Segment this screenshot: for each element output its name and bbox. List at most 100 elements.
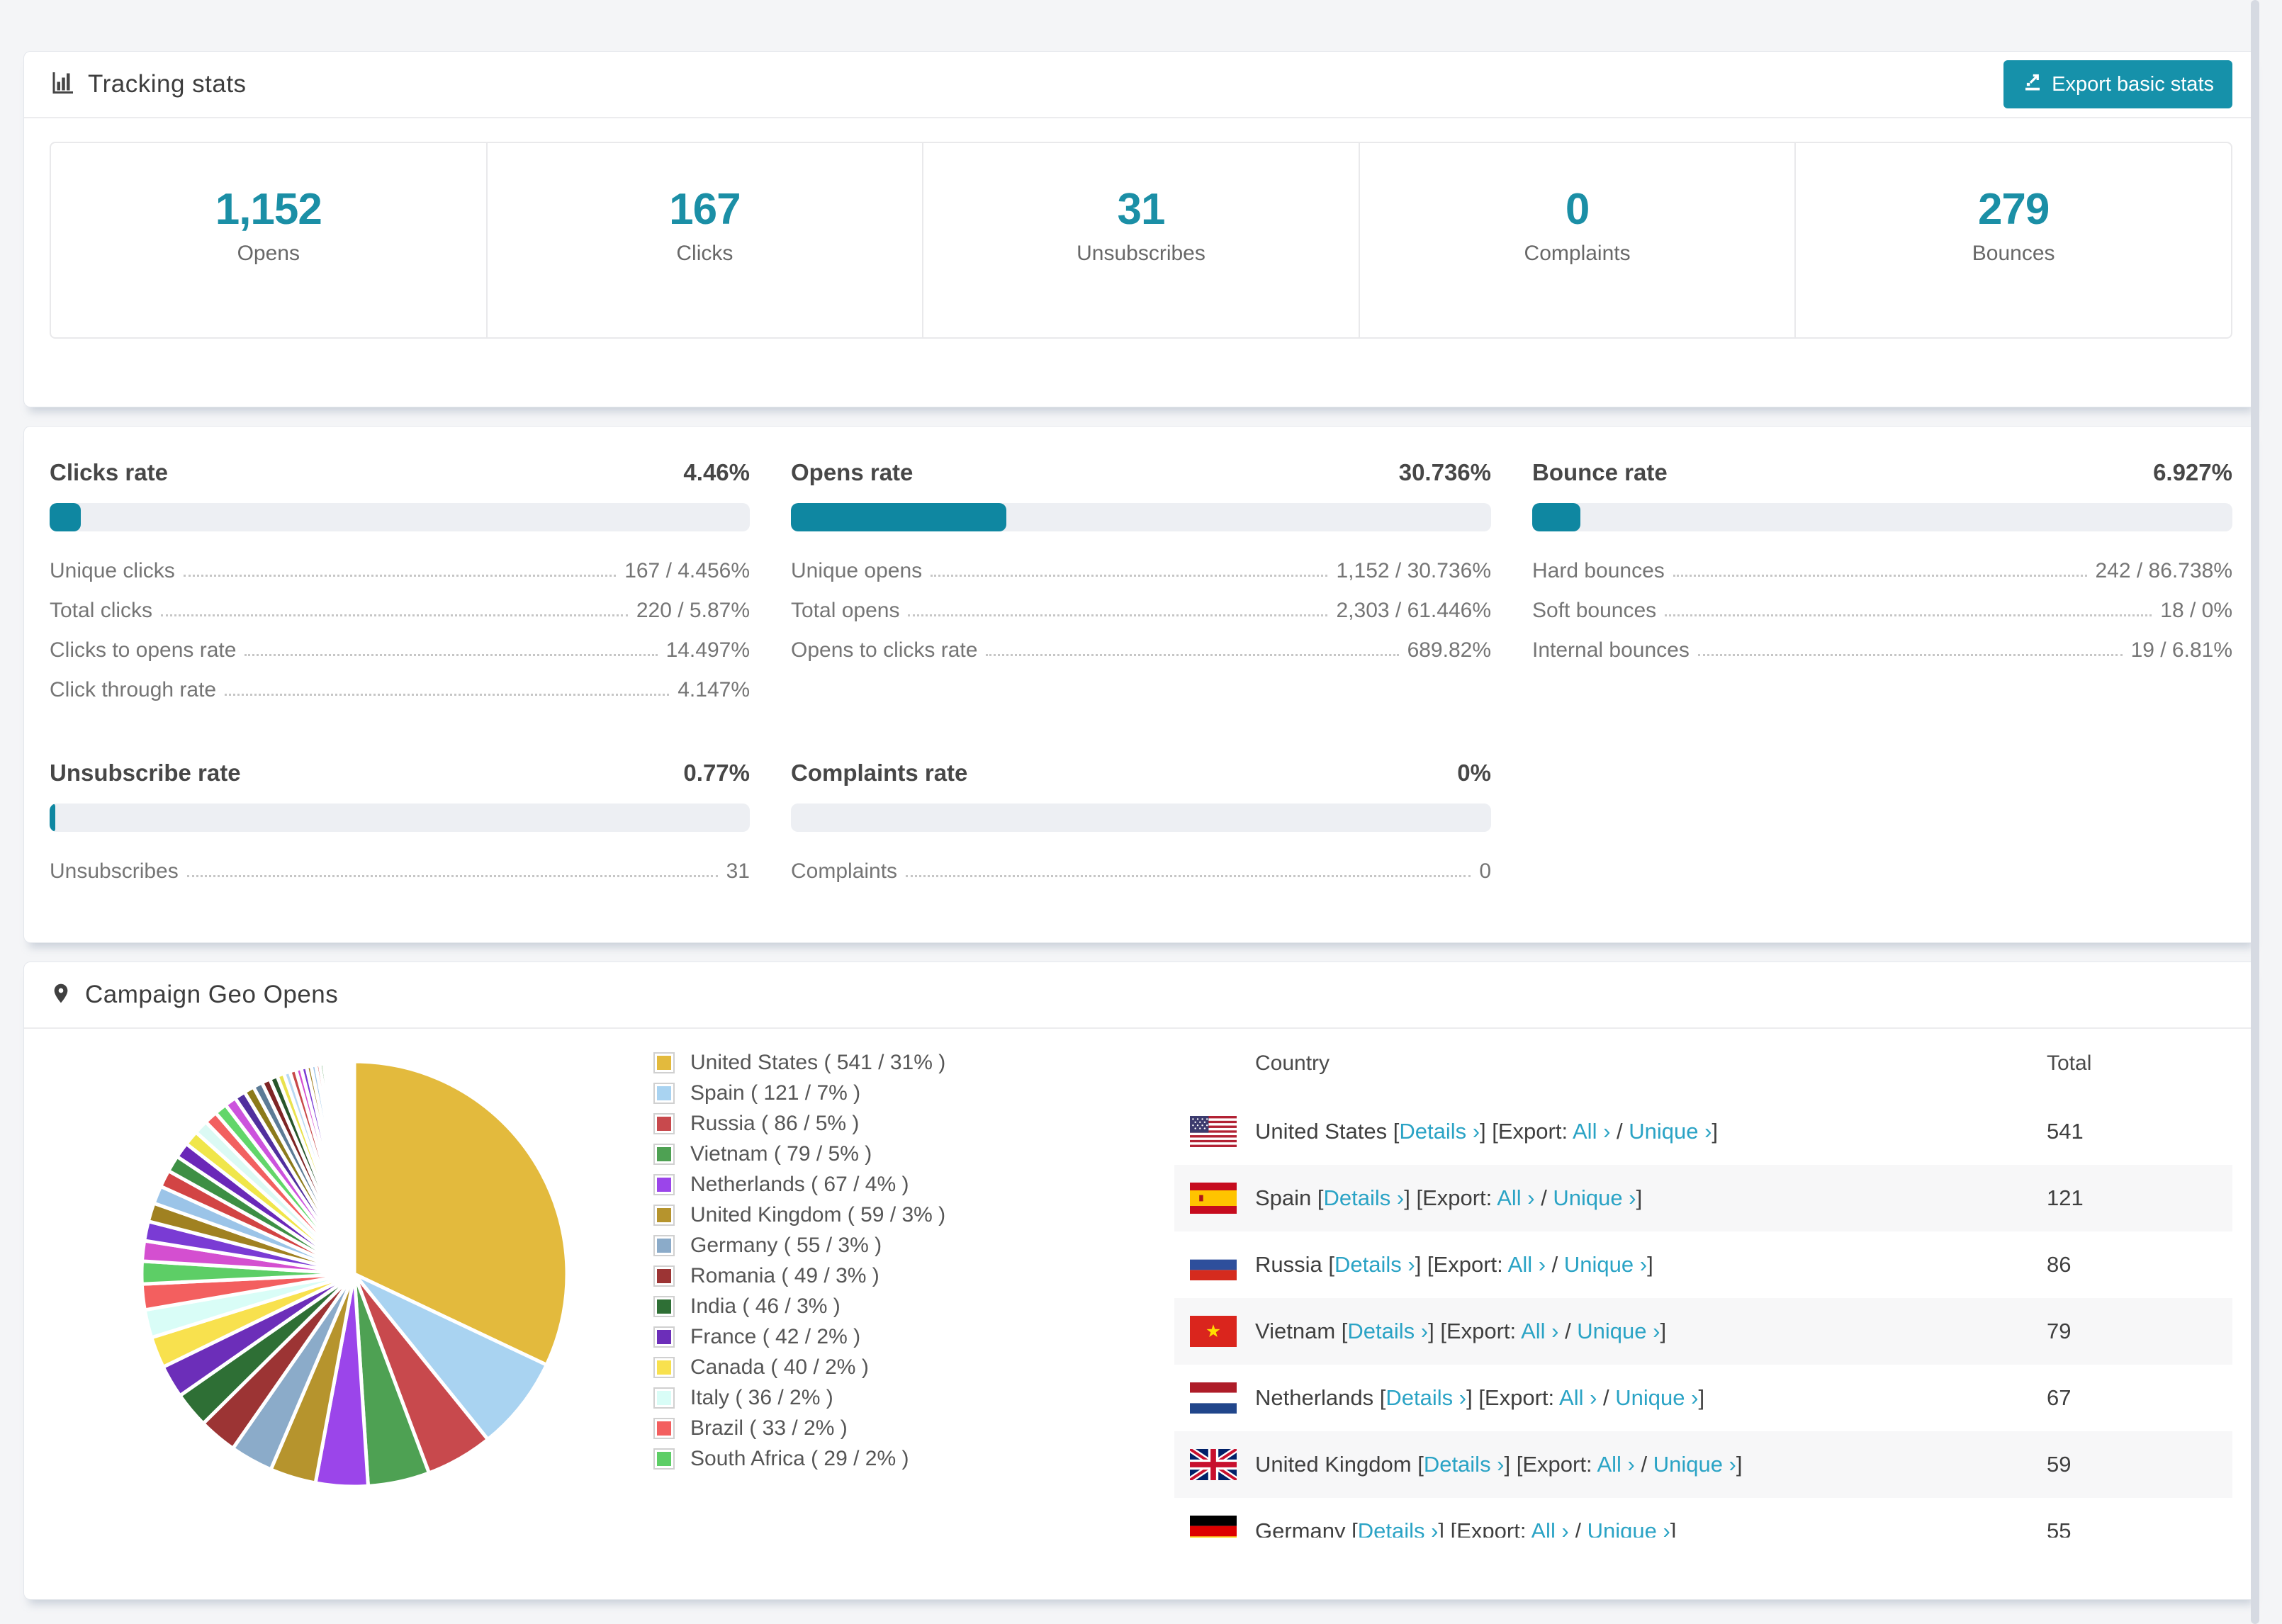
bounce-rate-bar-fill: [1532, 503, 1581, 531]
unsubscribes-label: Unsubscribes: [1077, 242, 1205, 265]
export-basic-stats-button[interactable]: Export basic stats: [2003, 60, 2232, 108]
export-unique-link[interactable]: Unique ›: [1615, 1385, 1698, 1410]
stat-bounces: 279 Bounces: [1796, 143, 2231, 337]
flag-russia: [1190, 1249, 1237, 1280]
map-pin-icon: [50, 979, 72, 1012]
legend-item-south-africa[interactable]: South Africa ( 29 / 2% ): [653, 1443, 994, 1474]
details-link[interactable]: Details ›: [1347, 1319, 1428, 1343]
legend-swatch: [653, 1082, 675, 1104]
country-column-header: Country: [1255, 1051, 1330, 1075]
row-total: 59: [2047, 1452, 2072, 1477]
legend-item-canada[interactable]: Canada ( 40 / 2% ): [653, 1352, 994, 1382]
unsubscribes-count: 31: [1117, 185, 1166, 234]
legend-swatch: [653, 1356, 675, 1378]
legend-swatch: [653, 1204, 675, 1226]
legend-item-romania[interactable]: Romania ( 49 / 3% ): [653, 1261, 994, 1291]
opens-rate-bar: [791, 503, 1491, 531]
details-link[interactable]: Details ›: [1334, 1252, 1415, 1277]
flag-germany: [1190, 1516, 1237, 1538]
clicks-count: 167: [669, 185, 741, 234]
tracking-stats-header: Tracking stats Export basic stats: [24, 52, 2258, 117]
opens-label: Opens: [237, 242, 300, 265]
export-unique-link[interactable]: Unique ›: [1629, 1119, 1712, 1144]
export-unique-link[interactable]: Unique ›: [1653, 1452, 1736, 1477]
legend-item-india[interactable]: India ( 46 / 3% ): [653, 1291, 994, 1321]
details-link[interactable]: Details ›: [1358, 1518, 1439, 1538]
details-link[interactable]: Details ›: [1386, 1385, 1466, 1410]
page-scrollbar[interactable]: [2251, 0, 2259, 1624]
legend-swatch: [653, 1448, 675, 1470]
unsubscribe-rate-title: Unsubscribe rate: [50, 760, 241, 786]
flag-spain: [1190, 1183, 1237, 1214]
table-row-united-kingdom: United Kingdom [Details ›] [Export: All …: [1174, 1431, 2232, 1498]
export-unique-link[interactable]: Unique ›: [1553, 1185, 1636, 1210]
opens-rate-value: 30.736%: [1398, 459, 1491, 485]
stat-row: Unique opens 1,152 / 30.736%: [791, 559, 1491, 582]
export-all-link[interactable]: All ›: [1531, 1518, 1568, 1538]
complaints-rate-bar: [791, 803, 1491, 832]
export-all-link[interactable]: All ›: [1508, 1252, 1546, 1277]
legend-swatch: [653, 1112, 675, 1134]
row-total: 79: [2047, 1319, 2072, 1343]
opens-count: 1,152: [215, 185, 322, 234]
flag-vietnam: [1190, 1316, 1237, 1347]
legend-item-vietnam[interactable]: Vietnam ( 79 / 5% ): [653, 1139, 994, 1169]
stat-row: Hard bounces 242 / 86.738%: [1532, 559, 2232, 582]
details-link[interactable]: Details ›: [1424, 1452, 1505, 1477]
export-all-link[interactable]: All ›: [1497, 1185, 1534, 1210]
row-total: 86: [2047, 1252, 2072, 1277]
complaints-count: 0: [1565, 185, 1590, 234]
bounce-rate-value: 6.927%: [2153, 459, 2232, 485]
flag-united-kingdom: [1190, 1449, 1237, 1480]
clicks-rate-bar-fill: [50, 503, 82, 531]
bounce-rate-title: Bounce rate: [1532, 459, 1668, 485]
bounce-rate-block: Bounce rate 6.927% Hard bounces 242 / 86.…: [1532, 459, 2232, 710]
table-row-russia: Russia [Details ›] [Export: All › / Uniq…: [1174, 1231, 2232, 1298]
legend-item-united-kingdom[interactable]: United Kingdom ( 59 / 3% ): [653, 1200, 994, 1230]
legend-item-germany[interactable]: Germany ( 55 / 3% ): [653, 1230, 994, 1261]
export-unique-link[interactable]: Unique ›: [1564, 1252, 1647, 1277]
stat-row: Complaints 0: [791, 859, 1491, 883]
stat-unsubscribes: 31 Unsubscribes: [923, 143, 1360, 337]
geo-legend: United States ( 541 / 31% ) Spain ( 121 …: [653, 1047, 994, 1538]
flag-netherlands: [1190, 1382, 1237, 1414]
complaints-rate-title: Complaints rate: [791, 760, 968, 786]
row-total: 67: [2047, 1385, 2072, 1410]
clicks-rate-block: Clicks rate 4.46% Unique clicks 167 / 4.4…: [50, 459, 750, 710]
stat-row: Total clicks 220 / 5.87%: [50, 599, 750, 622]
export-unique-link[interactable]: Unique ›: [1587, 1518, 1670, 1538]
legend-swatch: [653, 1326, 675, 1348]
geo-content: United States ( 541 / 31% ) Spain ( 121 …: [24, 1029, 2258, 1538]
export-all-link[interactable]: All ›: [1573, 1119, 1610, 1144]
opens-rate-title: Opens rate: [791, 459, 914, 485]
details-link[interactable]: Details ›: [1399, 1119, 1480, 1144]
unsubscribe-rate-value: 0.77%: [683, 760, 750, 786]
stats-summary-row: 1,152 Opens 167 Clicks 31 Unsubscribes 0…: [50, 142, 2232, 339]
stat-row: Soft bounces 18 / 0%: [1532, 599, 2232, 622]
row-total: 121: [2047, 1185, 2084, 1210]
export-all-link[interactable]: All ›: [1597, 1452, 1634, 1477]
legend-item-netherlands[interactable]: Netherlands ( 67 / 4% ): [653, 1169, 994, 1200]
details-link[interactable]: Details ›: [1324, 1185, 1405, 1210]
export-all-link[interactable]: All ›: [1559, 1385, 1597, 1410]
legend-item-spain[interactable]: Spain ( 121 / 7% ): [653, 1078, 994, 1108]
legend-swatch: [653, 1173, 675, 1195]
legend-item-russia[interactable]: Russia ( 86 / 5% ): [653, 1108, 994, 1139]
legend-swatch: [653, 1295, 675, 1317]
export-unique-link[interactable]: Unique ›: [1577, 1319, 1660, 1343]
legend-item-france[interactable]: France ( 42 / 2% ): [653, 1321, 994, 1352]
export-icon: [2022, 71, 2043, 98]
stat-complaints: 0 Complaints: [1360, 143, 1797, 337]
table-row-united-states: United States [Details ›] [Export: All ›…: [1174, 1098, 2232, 1165]
export-basic-stats-label: Export basic stats: [2052, 72, 2214, 96]
legend-item-brazil[interactable]: Brazil ( 33 / 2% ): [653, 1413, 994, 1443]
stat-row: Clicks to opens rate 14.497%: [50, 638, 750, 662]
bar-chart-icon: [50, 70, 75, 99]
geo-pie-chart[interactable]: [135, 1054, 574, 1494]
complaints-label: Complaints: [1524, 242, 1631, 265]
dashboard-page: Tracking stats Export basic stats 1,152 …: [0, 0, 2282, 1624]
table-row-vietnam: Vietnam [Details ›] [Export: All › / Uni…: [1174, 1298, 2232, 1365]
legend-item-italy[interactable]: Italy ( 36 / 2% ): [653, 1382, 994, 1413]
export-all-link[interactable]: All ›: [1521, 1319, 1558, 1343]
legend-item-united-states[interactable]: United States ( 541 / 31% ): [653, 1047, 994, 1078]
